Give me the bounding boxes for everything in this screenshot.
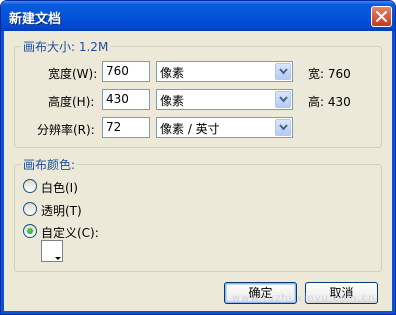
width-label: 宽度(W): [48, 67, 98, 81]
height-label: 高度(H): [48, 95, 95, 109]
width-unit-value: 像素 [160, 66, 185, 80]
watermark: www.tuzhi.xinyu.com.cn [232, 293, 376, 304]
height-unit-value: 像素 [160, 94, 185, 108]
white-radio-label[interactable]: 白色(I) [41, 179, 78, 196]
window-border-bottom [1, 311, 395, 314]
window-border-left [1, 31, 4, 314]
close-icon [376, 11, 387, 22]
window-border-right [392, 31, 395, 314]
new-document-dialog: 新建文档 画布大小: 1.2M 宽度(W): 760 像素 宽: 760 高度(… [0, 0, 396, 315]
height-unit-select[interactable]: 像素 [156, 89, 293, 110]
title-bar[interactable]: 新建文档 [1, 1, 395, 31]
canvas-color-legend: 画布颜色: [21, 156, 78, 173]
radio-selected-dot [27, 228, 33, 234]
width-input[interactable]: 760 [102, 61, 150, 82]
custom-radio-label[interactable]: 自定义(C): [41, 224, 99, 241]
white-radio[interactable] [23, 179, 37, 193]
transparent-radio-label[interactable]: 透明(T) [41, 202, 82, 219]
dialog-title: 新建文档 [9, 12, 62, 27]
resolution-unit-dropdown-button[interactable] [275, 119, 291, 136]
height-unit-dropdown-button[interactable] [275, 91, 291, 108]
resolution-input[interactable]: 72 [102, 117, 150, 138]
resolution-unit-value: 像素 / 英寸 [160, 122, 220, 136]
width-readout: 宽: 760 [308, 67, 351, 81]
resolution-label: 分辨率(R): [37, 123, 95, 137]
chevron-down-icon [279, 68, 288, 75]
custom-radio[interactable] [23, 224, 37, 238]
resolution-unit-select[interactable]: 像素 / 英寸 [156, 117, 293, 138]
chevron-down-icon [279, 124, 288, 131]
width-unit-dropdown-button[interactable] [275, 63, 291, 80]
custom-color-swatch[interactable] [41, 240, 63, 262]
chevron-down-icon [279, 96, 288, 103]
canvas-size-legend: 画布大小: 1.2M [21, 38, 111, 55]
close-button[interactable] [371, 6, 392, 27]
height-input[interactable]: 430 [102, 89, 150, 110]
width-unit-select[interactable]: 像素 [156, 61, 293, 82]
height-readout: 高: 430 [308, 95, 351, 109]
color-dropdown-icon [55, 257, 61, 260]
transparent-radio[interactable] [23, 202, 37, 216]
